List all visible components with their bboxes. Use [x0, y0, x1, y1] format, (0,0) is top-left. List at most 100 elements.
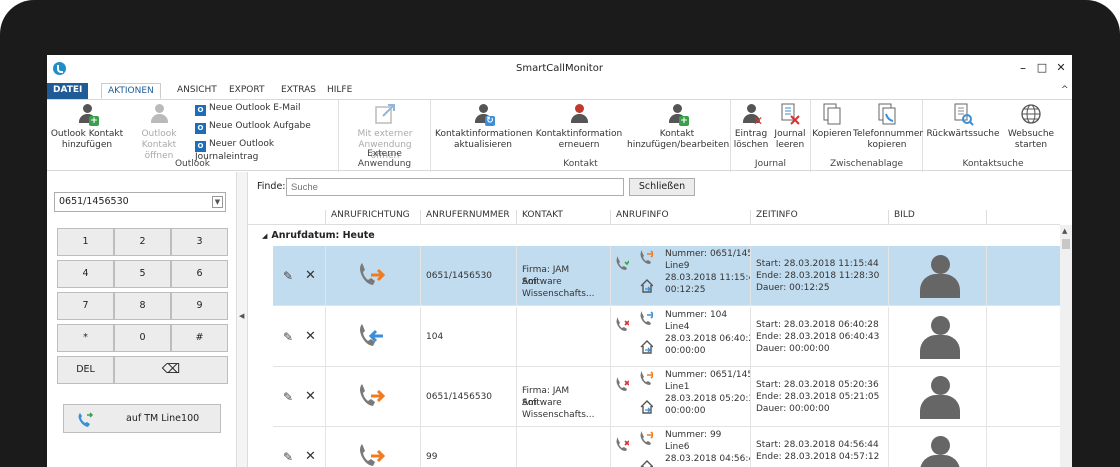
minimize-button[interactable]: –	[1014, 60, 1032, 76]
scroll-up-icon[interactable]: ▲	[1062, 227, 1067, 235]
label-line: leeren	[775, 140, 805, 150]
phone-number-combobox[interactable]: 0651/1456530 ▼	[54, 192, 226, 212]
pencil-icon[interactable]: ✎	[283, 330, 293, 344]
web-search-button[interactable]: Websuche starten	[1003, 102, 1059, 151]
number-cell: 0651/1456530	[420, 246, 516, 306]
tab-aktionen[interactable]: AKTIONEN	[101, 83, 161, 99]
pencil-icon[interactable]: ✎	[283, 390, 293, 404]
caller-number: 0651/1456530	[426, 392, 493, 402]
pencil-icon[interactable]: ✎	[283, 269, 293, 283]
copy-button[interactable]: Kopieren	[812, 102, 852, 140]
search-input[interactable]	[286, 178, 624, 196]
close-search-button[interactable]: Schließen	[629, 178, 695, 196]
label: Neue Outlook Aufgabe	[209, 121, 311, 131]
tab-extras[interactable]: EXTRAS	[275, 83, 322, 99]
collapse-left-icon[interactable]: ◀	[239, 312, 244, 320]
delete-key[interactable]: DEL	[57, 356, 114, 384]
ribbon-group-external: Mit externer Anwendung öffnen Externe An…	[339, 100, 431, 172]
col-timeinfo[interactable]: ZEITINFO	[750, 210, 888, 225]
avatar	[920, 255, 960, 299]
scroll-thumb[interactable]	[1062, 239, 1070, 249]
col-image[interactable]: BILD	[888, 210, 986, 225]
close-window-button[interactable]: ✕	[1052, 60, 1070, 76]
info-line: Line6	[665, 442, 690, 452]
info-date: 28.03.2018 04:56:44	[665, 454, 750, 464]
tab-datei[interactable]: DATEI	[47, 83, 89, 99]
key-3[interactable]: 3	[171, 228, 228, 256]
key-2[interactable]: 2	[114, 228, 171, 256]
avatar	[920, 376, 960, 420]
globe-icon	[1019, 102, 1043, 126]
table-row[interactable]: ✎ ✕ 0651/1456530 Firma: JAM Software Am Wiss…	[273, 367, 1060, 427]
group-label: Journal	[754, 159, 787, 169]
tab-ansicht[interactable]: ANSICHT	[171, 83, 223, 99]
contact-cell	[516, 427, 610, 467]
reverse-search-button[interactable]: Rückwärtssuche	[925, 102, 1001, 140]
ribbon-collapse-button[interactable]: ^	[1055, 83, 1072, 99]
panel-splitter[interactable]: ◀	[237, 172, 248, 467]
title-bar: SmartCallMonitor – □ ✕	[47, 55, 1072, 81]
col-number[interactable]: ANRUFERNUMMER	[420, 210, 516, 225]
key-5[interactable]: 5	[114, 260, 171, 288]
info-duration: 00:00:00	[665, 406, 706, 416]
copy-phone-number-button[interactable]: Telefonnummer kopieren	[853, 102, 923, 151]
outlook-open-contact-button[interactable]: Outlook Kontakt öffnen	[127, 102, 191, 162]
empty-cell	[986, 427, 1060, 467]
avatar	[920, 436, 960, 467]
key-4[interactable]: 4	[57, 260, 114, 288]
pencil-icon[interactable]: ✎	[283, 450, 293, 464]
reverse-search-icon	[951, 102, 975, 126]
combo-value: 0651/1456530	[59, 196, 129, 207]
call-status-icon	[616, 437, 629, 451]
key-6[interactable]: 6	[171, 260, 228, 288]
col-direction[interactable]: ANRUFRICHTUNG	[325, 210, 420, 225]
chevron-down-icon[interactable]: ▼	[212, 196, 223, 208]
update-contact-info-button[interactable]: ↻ Kontaktinformationen aktualisieren	[435, 102, 533, 151]
table-row[interactable]: ✎ ✕ 0651/1456530 Firma: JAM Software Am Wiss…	[273, 246, 1060, 306]
close-icon[interactable]: ✕	[305, 389, 316, 404]
outlook-icon: O	[195, 123, 206, 134]
renew-contact-info-button[interactable]: Kontaktinformation erneuern	[535, 102, 623, 151]
col-contact[interactable]: KONTAKT	[516, 210, 610, 225]
renew-contact-icon	[567, 102, 591, 126]
key-9[interactable]: 9	[171, 292, 228, 320]
call-button-label: auf TM Line100	[126, 413, 200, 424]
add-edit-contact-button[interactable]: + Kontakt hinzufügen/bearbeiten	[627, 102, 729, 151]
label-line: Rückwärtssuche	[926, 129, 1000, 139]
clear-journal-button[interactable]: Journal leeren	[771, 102, 809, 151]
table-row[interactable]: ✎✕104Nummer: 104Line428.03.2018 06:40:28…	[273, 307, 1060, 367]
vertical-scrollbar[interactable]: ▲	[1060, 225, 1072, 467]
column-headers: ANRUFRICHTUNG ANRUFERNUMMER KONTAKT ANRU…	[248, 205, 1060, 225]
key-hash[interactable]: #	[171, 324, 228, 352]
maximize-button[interactable]: □	[1033, 60, 1051, 76]
label-line: erneuern	[558, 140, 600, 150]
call-button[interactable]: auf TM Line100	[63, 404, 221, 433]
key-1[interactable]: 1	[57, 228, 114, 256]
tab-hilfe[interactable]: HILFE	[321, 83, 358, 99]
expand-icon[interactable]: ◢	[262, 232, 267, 240]
ribbon-group-journal: ✕ Eintrag löschen Journal leeren Journal	[731, 100, 811, 172]
key-7[interactable]: 7	[57, 292, 114, 320]
new-outlook-task-button[interactable]: O Neue Outlook Aufgabe	[195, 121, 311, 134]
backspace-key[interactable]: ⌫	[114, 356, 228, 384]
key-0[interactable]: 0	[114, 324, 171, 352]
table-row[interactable]: ✎✕99Nummer: 99Line628.03.2018 04:56:44St…	[273, 427, 1060, 467]
outlook-add-contact-button[interactable]: + Outlook Kontakt hinzufügen	[49, 102, 125, 151]
close-icon[interactable]: ✕	[305, 268, 316, 283]
col-callinfo[interactable]: ANRUFINFO	[610, 210, 750, 225]
image-cell	[888, 367, 986, 427]
info-number: Nummer: 0651/14565	[665, 370, 750, 380]
new-outlook-email-button[interactable]: O Neue Outlook E-Mail	[195, 103, 301, 116]
row-actions: ✎ ✕	[273, 367, 325, 427]
tab-export[interactable]: EXPORT	[223, 83, 270, 99]
close-icon[interactable]: ✕	[305, 329, 316, 344]
open-contact-icon	[147, 102, 171, 126]
info-date: 28.03.2018 11:15:44	[665, 273, 750, 283]
avatar	[920, 316, 960, 360]
delete-entry-button[interactable]: ✕ Eintrag löschen	[732, 102, 770, 151]
group-header[interactable]: ◢ Anrufdatum: Heute	[248, 226, 1060, 246]
image-cell	[888, 307, 986, 367]
key-star[interactable]: *	[57, 324, 114, 352]
close-icon[interactable]: ✕	[305, 449, 316, 464]
key-8[interactable]: 8	[114, 292, 171, 320]
